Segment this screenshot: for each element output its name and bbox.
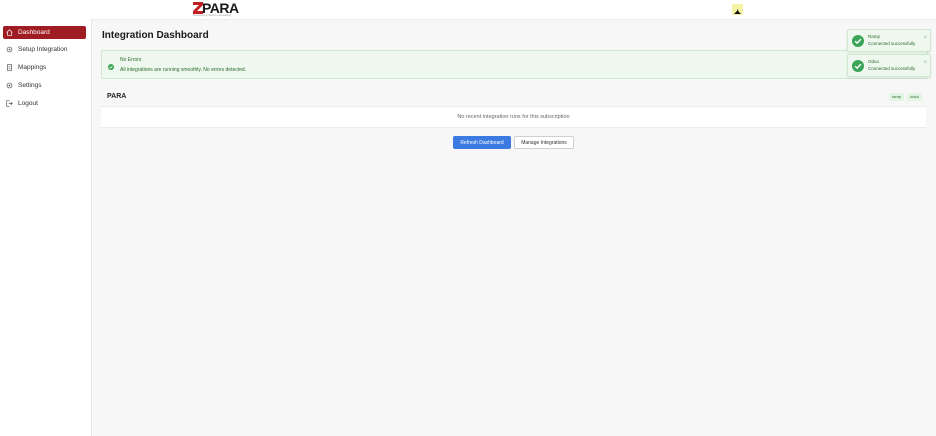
close-icon[interactable]: × <box>923 35 927 41</box>
toast-title: Odoo <box>868 59 880 64</box>
integration-badges: ramp odoo <box>888 93 922 101</box>
gear-icon <box>6 82 14 89</box>
page-title: Integration Dashboard <box>102 30 209 41</box>
sidebar-item-label: Setup Integration <box>18 46 68 53</box>
status-alert: No Errors All integrations are running s… <box>101 50 928 79</box>
sidebar-item-label: Dashboard <box>18 29 50 36</box>
alert-message: All integrations are running smoothly. N… <box>120 67 247 73</box>
sidebar-item-label: Logout <box>18 100 38 107</box>
badge-odoo: odoo <box>907 93 922 101</box>
section-title: PARA <box>107 93 127 100</box>
badge-ramp: ramp <box>888 93 905 101</box>
manage-integrations-button[interactable]: Manage Integrations <box>514 136 574 149</box>
ramp-icon <box>732 4 743 15</box>
alert-title: No Errors <box>120 57 142 63</box>
refresh-dashboard-button[interactable]: Refresh Dashboard <box>453 136 511 149</box>
empty-runs-message: No recent integration runs for this subs… <box>101 106 926 128</box>
toast-message: Connected successfully <box>868 66 916 71</box>
toast-odoo: Odoo Connected successfully × <box>847 54 931 77</box>
subscription-section: PARA ramp odoo No recent integration run… <box>101 87 926 128</box>
close-icon[interactable]: × <box>923 60 927 66</box>
sidebar-item-label: Settings <box>18 82 42 89</box>
para-logo[interactable]: PARA business systems consulting <box>193 0 241 17</box>
gear-icon <box>6 46 14 53</box>
sidebar-item-setup-integration[interactable]: Setup Integration <box>3 43 86 56</box>
document-icon <box>6 64 14 71</box>
sidebar: Dashboard Setup Integration Mappings Set… <box>0 19 92 436</box>
top-header: PARA business systems consulting <box>0 0 936 20</box>
check-circle-icon <box>108 57 114 70</box>
logo-tagline: business systems consulting <box>193 13 232 17</box>
check-circle-icon <box>852 34 864 47</box>
sidebar-item-settings[interactable]: Settings <box>3 79 86 92</box>
sidebar-item-mappings[interactable]: Mappings <box>3 61 86 74</box>
sidebar-item-logout[interactable]: Logout <box>3 97 86 110</box>
toast-message: Connected successfully <box>868 41 916 46</box>
logout-icon <box>6 100 14 107</box>
sidebar-item-dashboard[interactable]: Dashboard <box>3 26 86 39</box>
home-icon <box>6 29 14 36</box>
toast-ramp: Ramp Connected successfully × <box>847 29 931 52</box>
sidebar-item-label: Mappings <box>18 64 47 71</box>
check-circle-icon <box>852 59 864 72</box>
toast-title: Ramp <box>868 34 881 39</box>
main-content: Integration Dashboard No Errors All inte… <box>92 20 936 436</box>
